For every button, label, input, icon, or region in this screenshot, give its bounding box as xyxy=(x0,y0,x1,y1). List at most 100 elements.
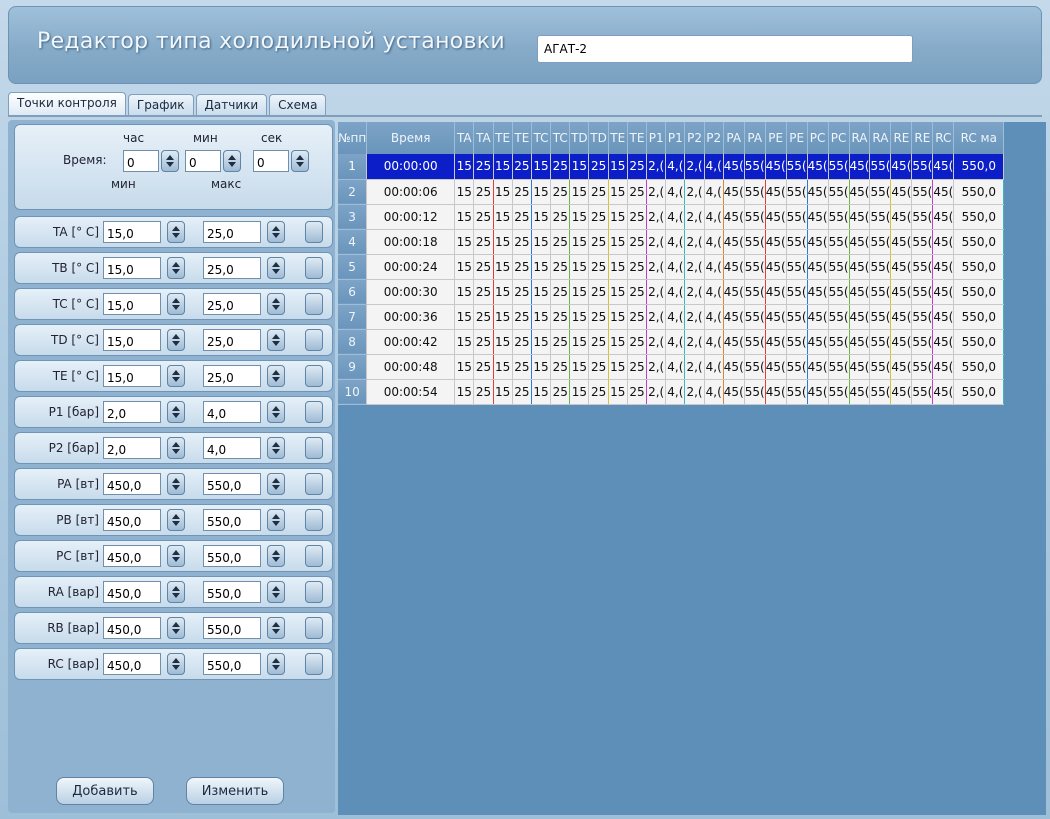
param-max-spin[interactable] xyxy=(267,437,285,459)
param-min-input[interactable] xyxy=(103,293,161,315)
param-max-spin[interactable] xyxy=(267,509,285,531)
table-row[interactable]: 2 00:00:06 15 25 15 25 15 25 15 25 15 25 2,(4,(2,(4,… xyxy=(338,179,1005,205)
column-header[interactable]: TD xyxy=(569,122,590,154)
param-min-spin[interactable] xyxy=(167,509,185,531)
param-max-input[interactable] xyxy=(203,545,261,567)
param-both-spin[interactable] xyxy=(305,509,323,531)
param-max-input[interactable] xyxy=(203,329,261,351)
param-min-input[interactable] xyxy=(103,653,161,675)
param-both-spin[interactable] xyxy=(305,617,323,639)
column-header[interactable]: P2 xyxy=(684,122,705,154)
tab-control-points[interactable]: Точки контроля xyxy=(8,92,126,116)
table-row[interactable]: 8 00:00:42 15 25 15 25 15 25 15 25 15 25 2,(4,(2,(4,… xyxy=(338,329,1005,355)
minute-input[interactable] xyxy=(185,150,221,172)
param-max-input[interactable] xyxy=(203,653,261,675)
param-max-input[interactable] xyxy=(203,365,261,387)
column-header[interactable]: PC xyxy=(828,122,850,154)
param-max-input[interactable] xyxy=(203,437,261,459)
table-row[interactable]: 5 00:00:24 15 25 15 25 15 25 15 25 15 25 2,(4,(2,(4,… xyxy=(338,254,1005,280)
table-row[interactable]: 7 00:00:36 15 25 15 25 15 25 15 25 15 25 2,(4,(2,(4,… xyxy=(338,304,1005,330)
column-header[interactable]: PE xyxy=(786,122,808,154)
column-header[interactable]: №пп xyxy=(338,122,368,154)
hour-spin[interactable] xyxy=(161,150,179,172)
column-header[interactable]: TD xyxy=(588,122,609,154)
param-both-spin[interactable] xyxy=(305,653,323,675)
param-min-spin[interactable] xyxy=(167,437,185,459)
column-header[interactable]: PA xyxy=(723,122,745,154)
column-header[interactable]: TE xyxy=(512,122,532,154)
table-row[interactable]: 4 00:00:18 15 25 15 25 15 25 15 25 15 25 2,(4,(2,(4,… xyxy=(338,229,1005,255)
param-max-spin[interactable] xyxy=(267,365,285,387)
param-both-spin[interactable] xyxy=(305,221,323,243)
column-header[interactable]: TA xyxy=(473,122,494,154)
param-max-input[interactable] xyxy=(203,617,261,639)
param-min-input[interactable] xyxy=(103,545,161,567)
edit-button[interactable]: Изменить xyxy=(186,777,284,805)
column-header[interactable]: Время xyxy=(366,122,456,154)
column-header[interactable]: RA xyxy=(849,122,871,154)
param-max-spin[interactable] xyxy=(267,257,285,279)
param-max-spin[interactable] xyxy=(267,617,285,639)
column-header[interactable]: TC xyxy=(531,122,552,154)
param-both-spin[interactable] xyxy=(305,365,323,387)
param-max-spin[interactable] xyxy=(267,293,285,315)
second-spin[interactable] xyxy=(291,150,309,172)
hour-input[interactable] xyxy=(123,150,159,172)
column-header[interactable]: TE xyxy=(493,122,513,154)
param-max-spin[interactable] xyxy=(267,653,285,675)
param-min-spin[interactable] xyxy=(167,617,185,639)
table-row[interactable]: 1 00:00:00 15 25 15 25 15 25 15 25 15 25 2,(4,(2,(4,… xyxy=(338,154,1005,180)
param-min-spin[interactable] xyxy=(167,653,185,675)
minute-spin[interactable] xyxy=(223,150,241,172)
param-both-spin[interactable] xyxy=(305,293,323,315)
param-min-input[interactable] xyxy=(103,509,161,531)
column-header[interactable]: P1 xyxy=(665,122,686,154)
param-max-spin[interactable] xyxy=(267,401,285,423)
param-min-spin[interactable] xyxy=(167,329,185,351)
column-header[interactable]: TC xyxy=(550,122,571,154)
param-min-spin[interactable] xyxy=(167,365,185,387)
param-both-spin[interactable] xyxy=(305,257,323,279)
table-row[interactable]: 10 00:00:54 15 25 15 25 15 25 15 25 15 25 2,(4,(2,(4… xyxy=(338,379,1005,405)
param-both-spin[interactable] xyxy=(305,401,323,423)
column-header[interactable]: P2 xyxy=(704,122,724,154)
tab-graph[interactable]: График xyxy=(127,94,194,116)
param-both-spin[interactable] xyxy=(305,545,323,567)
add-button[interactable]: Добавить xyxy=(56,777,154,805)
param-max-input[interactable] xyxy=(203,581,261,603)
param-min-spin[interactable] xyxy=(167,257,185,279)
param-both-spin[interactable] xyxy=(305,581,323,603)
tab-sensors[interactable]: Датчики xyxy=(195,94,268,116)
param-max-spin[interactable] xyxy=(267,545,285,567)
param-min-input[interactable] xyxy=(103,581,161,603)
param-min-spin[interactable] xyxy=(167,581,185,603)
table-row[interactable]: 6 00:00:30 15 25 15 25 15 25 15 25 15 25 2,(4,(2,(4,… xyxy=(338,279,1005,305)
param-max-input[interactable] xyxy=(203,401,261,423)
column-header[interactable]: RA xyxy=(869,122,892,154)
param-max-input[interactable] xyxy=(203,221,261,243)
param-min-spin[interactable] xyxy=(167,401,185,423)
param-max-spin[interactable] xyxy=(267,473,285,495)
column-header[interactable]: PE xyxy=(765,122,787,154)
param-min-spin[interactable] xyxy=(167,293,185,315)
param-min-input[interactable] xyxy=(103,257,161,279)
table-row[interactable]: 9 00:00:48 15 25 15 25 15 25 15 25 15 25 2,(4,(2,(4,… xyxy=(338,354,1005,380)
column-header[interactable]: RC ма xyxy=(953,122,1005,154)
param-max-spin[interactable] xyxy=(267,329,285,351)
column-header[interactable]: P1 xyxy=(646,122,667,154)
param-min-input[interactable] xyxy=(103,437,161,459)
column-header[interactable]: PA xyxy=(744,122,766,154)
param-min-input[interactable] xyxy=(103,221,161,243)
tab-scheme[interactable]: Схема xyxy=(269,94,327,116)
param-min-input[interactable] xyxy=(103,365,161,387)
column-header[interactable]: PC xyxy=(807,122,829,154)
param-min-spin[interactable] xyxy=(167,473,185,495)
param-max-spin[interactable] xyxy=(267,221,285,243)
param-min-spin[interactable] xyxy=(167,545,185,567)
column-header[interactable]: TA xyxy=(454,122,475,154)
param-min-spin[interactable] xyxy=(167,221,185,243)
param-max-input[interactable] xyxy=(203,293,261,315)
param-both-spin[interactable] xyxy=(305,437,323,459)
type-name-input[interactable] xyxy=(537,35,913,63)
column-header[interactable]: RE xyxy=(890,122,913,154)
